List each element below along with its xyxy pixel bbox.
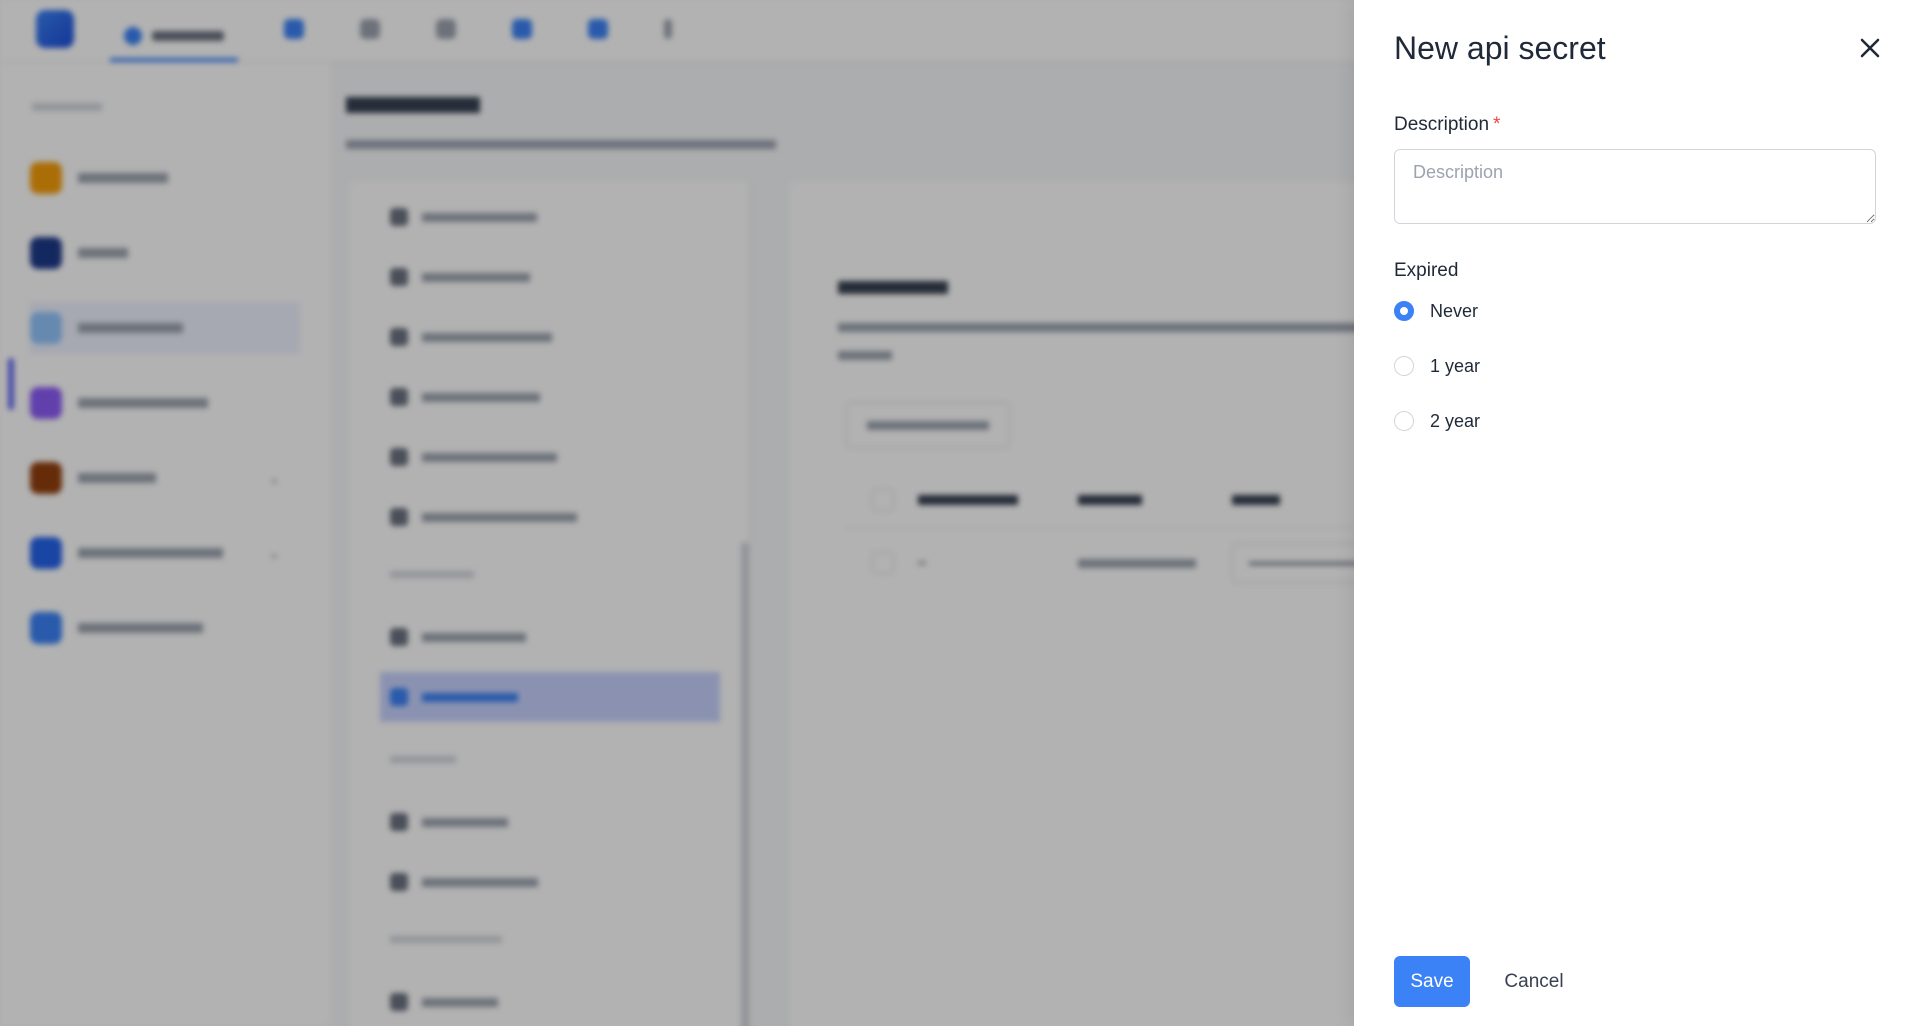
expired-option-1-year[interactable]: 1 year bbox=[1394, 351, 1480, 381]
radio-label-2-year: 2 year bbox=[1430, 410, 1481, 431]
radio-1-year[interactable] bbox=[1394, 356, 1414, 376]
expired-option-never[interactable]: Never bbox=[1394, 296, 1478, 326]
close-icon bbox=[1860, 38, 1880, 58]
radio-label-1-year: 1 year bbox=[1430, 355, 1481, 376]
save-button[interactable]: Save bbox=[1394, 956, 1470, 1007]
description-input[interactable] bbox=[1394, 149, 1876, 224]
radio-label-never: Never bbox=[1430, 300, 1479, 321]
radio-2-year[interactable] bbox=[1394, 411, 1414, 431]
radio-never[interactable] bbox=[1394, 301, 1414, 321]
expired-label: Expired bbox=[1394, 260, 1459, 281]
description-label-text: Description bbox=[1394, 114, 1490, 135]
expired-option-2-year[interactable]: 2 year bbox=[1394, 406, 1480, 436]
close-button[interactable] bbox=[1852, 30, 1888, 66]
drawer-title: New api secret bbox=[1394, 30, 1606, 66]
description-label: Description * bbox=[1394, 114, 1500, 136]
new-api-secret-drawer: New api secret Description* Expired Neve… bbox=[1354, 0, 1916, 1026]
cancel-button[interactable]: Cancel bbox=[1489, 956, 1579, 1007]
required-mark: * bbox=[1493, 114, 1501, 135]
